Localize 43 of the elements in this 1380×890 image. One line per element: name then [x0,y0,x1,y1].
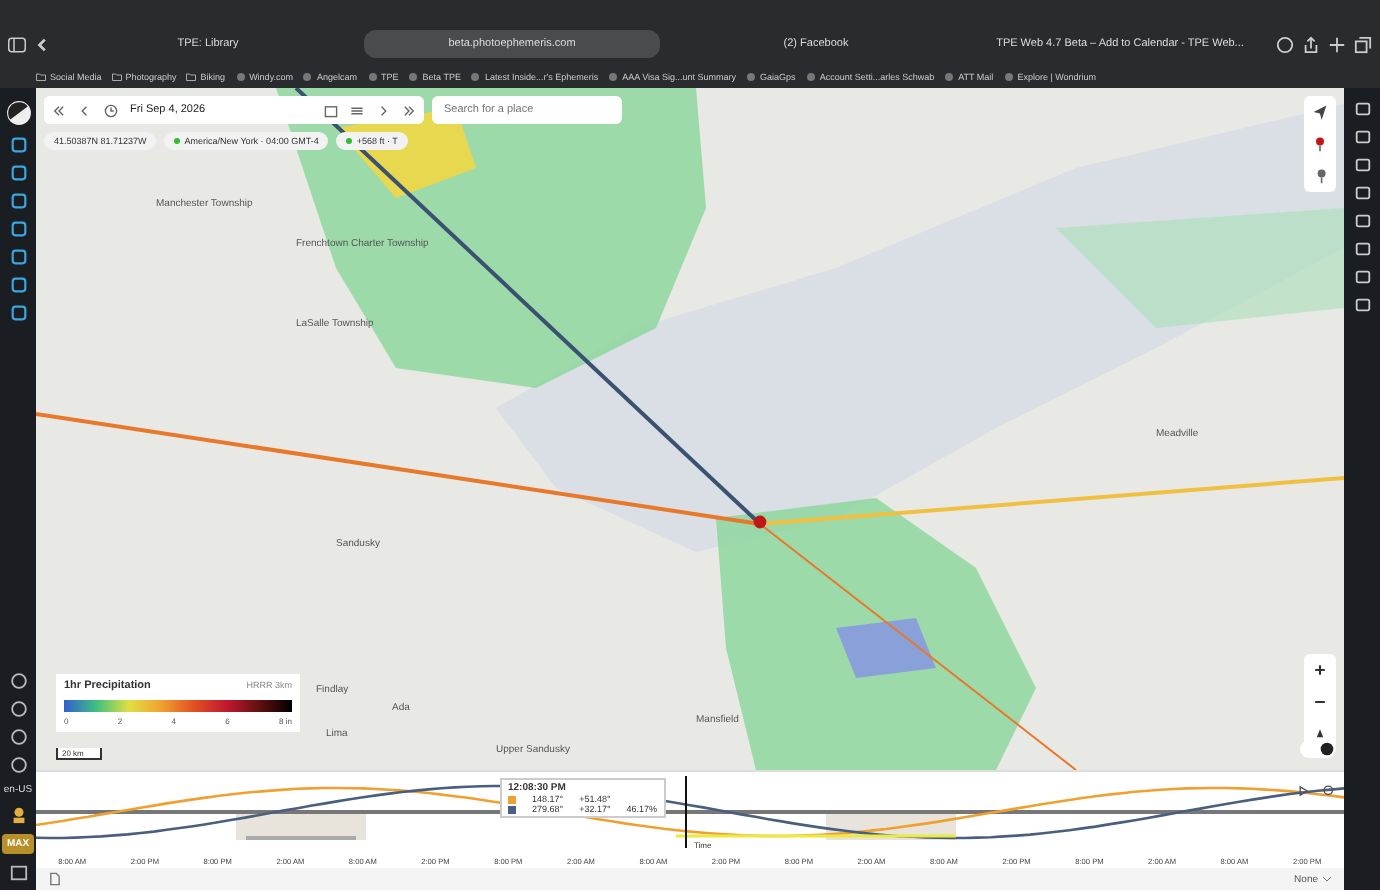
folder-icon [36,71,46,81]
caret-icon [1322,876,1332,882]
zoom-icon[interactable] [1322,784,1336,798]
folder-icon [186,71,197,81]
toggle-icon[interactable] [1300,740,1336,758]
double-chevron-right-icon[interactable] [402,103,416,117]
sidebar-toggle-icon[interactable] [8,35,26,53]
site-favicon-icon [408,71,419,81]
site-favicon-icon [608,71,619,81]
site-favicon-icon [235,71,246,81]
zoom-in-icon[interactable] [1312,662,1328,678]
clock-icon[interactable] [104,103,118,117]
pin-icon[interactable] [1312,168,1328,184]
app-logo-icon[interactable] [5,100,31,126]
back-icon[interactable] [34,35,52,53]
site-favicon-icon [470,71,481,81]
moon-swatch-icon [508,805,516,813]
site-favicon-icon [302,71,313,81]
panel-icon[interactable] [9,864,27,882]
location-arrow-icon[interactable] [1312,104,1328,120]
site-favicon-icon [944,71,955,81]
plus-icon[interactable] [1328,35,1346,53]
panel-icon[interactable] [1353,184,1371,202]
person-icon[interactable] [9,806,27,824]
north-arrow-icon[interactable] [1312,726,1328,742]
play-icon[interactable] [1296,784,1310,798]
double-chevron-left-icon[interactable] [52,103,66,117]
sun-swatch-icon [508,795,516,803]
chevron-left-icon[interactable] [78,103,92,117]
panel-icon[interactable] [1353,296,1371,314]
site-favicon-icon [1003,71,1014,81]
site-favicon-icon [367,71,377,81]
site-favicon-icon [746,71,757,81]
chevron-right-icon[interactable] [376,103,390,117]
menu-icon[interactable] [350,103,364,117]
site-favicon-icon [805,71,816,81]
panel-icon[interactable] [1353,100,1371,118]
pin-icon[interactable] [1312,136,1328,152]
map-pin-icon[interactable] [752,514,768,530]
calendar-icon[interactable] [324,103,338,117]
tabs-overview-icon[interactable] [1354,35,1372,53]
folder-icon [111,71,122,81]
document-icon[interactable] [48,872,62,886]
